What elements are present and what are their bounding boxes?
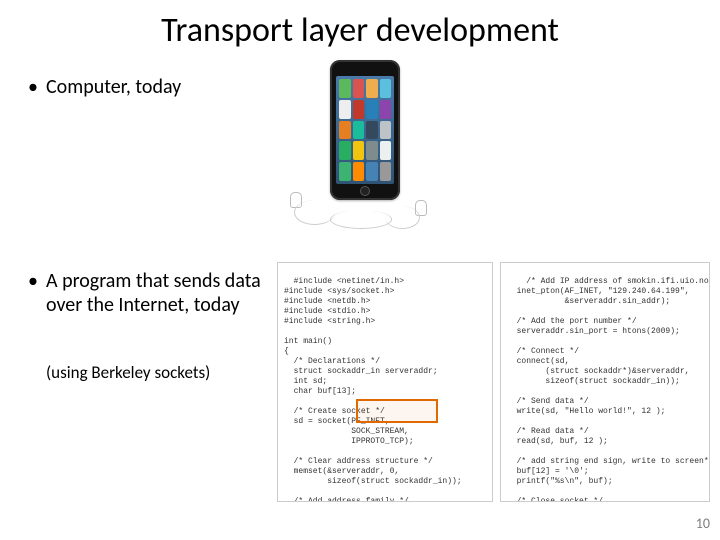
- code-text-right: /* Add IP address of smokin.ifi.uio.no *…: [507, 277, 710, 502]
- bullet-program-sends-data: A program that sends data over the Inter…: [46, 270, 291, 317]
- code-pane-right: /* Add IP address of smokin.ifi.uio.no *…: [500, 262, 710, 502]
- phone-icon: [330, 60, 400, 200]
- code-pane-left: #include <netinet/in.h> #include <sys/so…: [277, 262, 493, 502]
- subline-berkeley-sockets: (using Berkeley sockets): [46, 362, 210, 383]
- page-number: 10: [696, 515, 710, 532]
- slide-title: Transport layer development: [0, 10, 720, 51]
- iphone-with-earbuds-image: [290, 60, 450, 230]
- code-text-left: #include <netinet/in.h> #include <sys/so…: [284, 277, 462, 502]
- bullet-computer-today: Computer, today: [46, 76, 181, 100]
